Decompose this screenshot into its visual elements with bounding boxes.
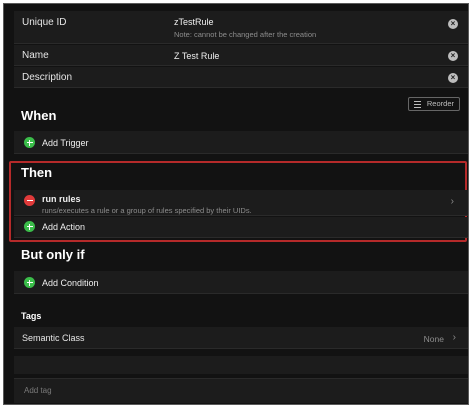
- action-description: runs/executes a rule or a group of rules…: [42, 206, 252, 215]
- rule-editor: Unique ID zTestRule Note: cannot be chan…: [3, 3, 469, 405]
- chevron-right-icon: ›: [450, 196, 454, 207]
- add-tag-input[interactable]: Add tag: [14, 378, 468, 403]
- semantic-class-value: None: [423, 334, 444, 344]
- semantic-class-label: Semantic Class: [22, 333, 85, 343]
- reorder-label: Reorder: [426, 99, 454, 108]
- unique-id-row[interactable]: Unique ID zTestRule Note: cannot be chan…: [14, 11, 468, 44]
- add-tag-placeholder: Add tag: [24, 386, 52, 395]
- name-value[interactable]: Z Test Rule: [174, 51, 219, 61]
- clear-icon[interactable]: ×: [448, 73, 458, 83]
- add-action-label: Add Action: [42, 222, 86, 232]
- name-row[interactable]: Name Z Test Rule ×: [14, 45, 468, 66]
- unique-id-note: Note: cannot be changed after the creati…: [174, 30, 317, 39]
- reorder-button[interactable]: Reorder: [408, 97, 460, 111]
- name-label: Name: [22, 50, 49, 61]
- when-heading: When: [21, 108, 57, 123]
- minus-circle-icon[interactable]: [24, 195, 35, 206]
- tag-list-area: [14, 356, 468, 374]
- add-trigger-label: Add Trigger: [42, 138, 89, 148]
- add-condition-label: Add Condition: [42, 278, 99, 288]
- chevron-right-icon: ›: [452, 332, 456, 343]
- plus-circle-icon: [24, 277, 35, 288]
- clear-icon[interactable]: ×: [448, 19, 458, 29]
- clear-icon[interactable]: ×: [448, 51, 458, 61]
- add-action-row[interactable]: Add Action: [14, 217, 468, 238]
- description-label: Description: [22, 72, 73, 83]
- add-trigger-row[interactable]: Add Trigger: [14, 131, 468, 154]
- unique-id-label: Unique ID: [22, 17, 67, 28]
- action-title: run rules: [42, 194, 81, 204]
- semantic-class-row[interactable]: Semantic Class None ›: [14, 327, 468, 349]
- unique-id-value[interactable]: zTestRule: [174, 17, 214, 27]
- plus-circle-icon: [24, 137, 35, 148]
- description-row[interactable]: Description ×: [14, 67, 468, 88]
- reorder-lines-icon: [414, 101, 421, 108]
- tags-heading: Tags: [21, 311, 42, 321]
- then-heading: Then: [21, 165, 53, 180]
- add-condition-row[interactable]: Add Condition: [14, 271, 468, 294]
- run-rules-action[interactable]: run rules runs/executes a rule or a grou…: [14, 190, 468, 216]
- plus-circle-icon: [24, 221, 35, 232]
- but-only-if-heading: But only if: [21, 247, 85, 262]
